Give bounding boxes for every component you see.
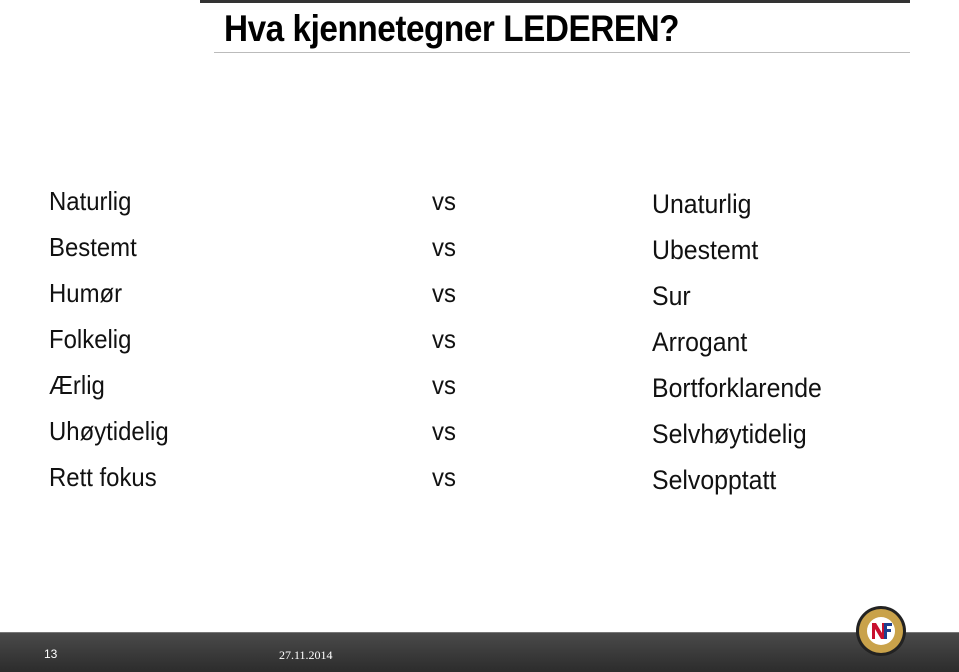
right-trait: Ubestemt xyxy=(652,235,759,265)
comparison-row: Ærlig vs Bortforklarende xyxy=(0,370,959,410)
footer-bar: 13 27.11.2014 xyxy=(0,632,959,672)
left-trait: Ærlig xyxy=(49,370,105,400)
left-trait: Naturlig xyxy=(49,186,132,216)
right-trait: Sur xyxy=(652,281,691,311)
versus-label: vs xyxy=(432,462,456,492)
versus-label: vs xyxy=(432,232,456,262)
comparison-row: Naturlig vs Unaturlig xyxy=(0,186,959,226)
footer-date: 27.11.2014 xyxy=(279,648,333,662)
comparison-row: Rett fokus vs Selvopptatt xyxy=(0,462,959,502)
versus-label: vs xyxy=(432,186,456,216)
comparison-row: Folkelig vs Arrogant xyxy=(0,324,959,364)
page-number: 13 xyxy=(44,647,58,661)
left-trait: Folkelig xyxy=(49,324,132,354)
left-trait: Rett fokus xyxy=(49,462,157,492)
right-trait: Selvopptatt xyxy=(652,465,777,495)
left-trait: Bestemt xyxy=(49,232,137,262)
versus-label: vs xyxy=(432,278,456,308)
left-trait: Uhøytidelig xyxy=(49,416,169,446)
right-trait: Selvhøytidelig xyxy=(652,419,807,449)
comparison-row: Bestemt vs Ubestemt xyxy=(0,232,959,272)
comparison-row: Humør vs Sur xyxy=(0,278,959,318)
right-trait: Arrogant xyxy=(652,327,748,357)
right-trait: Unaturlig xyxy=(652,189,752,219)
nff-logo-icon xyxy=(856,606,906,656)
versus-label: vs xyxy=(432,324,456,354)
comparison-row: Uhøytidelig vs Selvhøytidelig xyxy=(0,416,959,456)
top-rule xyxy=(200,0,910,3)
title-rule xyxy=(214,52,910,53)
right-trait: Bortforklarende xyxy=(652,373,822,403)
left-trait: Humør xyxy=(49,278,123,308)
versus-label: vs xyxy=(432,370,456,400)
versus-label: vs xyxy=(432,416,456,446)
slide-title: Hva kjennetegner LEDEREN? xyxy=(224,8,680,49)
